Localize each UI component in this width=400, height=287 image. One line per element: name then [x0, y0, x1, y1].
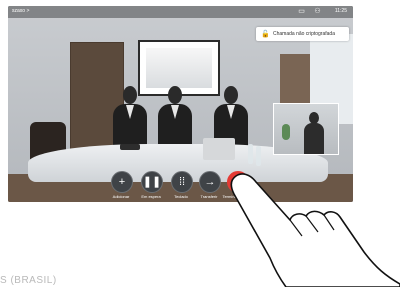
- encryption-status-text: Chamada não criptografada: [273, 31, 335, 37]
- plant: [282, 124, 290, 140]
- self-view[interactable]: [273, 103, 339, 155]
- participants-icon[interactable]: ⚇: [314, 8, 321, 15]
- pointing-hand-icon: [230, 173, 400, 287]
- top-status-bar: szaxo > ▭ ⚇ 11:25: [8, 6, 353, 18]
- encryption-status-tooltip: 🔓 Chamada não criptografada: [256, 27, 349, 41]
- water-bottle: [248, 144, 253, 164]
- keypad-button[interactable]: ⁞⁞: [171, 171, 193, 193]
- caption-text: S (BRASIL): [0, 275, 57, 286]
- conference-speaker: [120, 144, 140, 150]
- hold-button[interactable]: ❚❚: [141, 171, 163, 193]
- room-name[interactable]: szaxo >: [12, 8, 29, 14]
- lock-icon: 🔓: [261, 31, 270, 38]
- laptop: [203, 138, 235, 160]
- add-button[interactable]: +: [111, 171, 133, 193]
- layout-icon[interactable]: ▭: [298, 8, 305, 15]
- transfer-button[interactable]: →: [199, 171, 221, 193]
- remote-participant: [113, 86, 147, 148]
- remote-participant: [158, 86, 192, 148]
- clock-time: 11:25: [334, 8, 347, 14]
- water-bottle: [256, 146, 261, 166]
- self-view-person: [304, 112, 324, 154]
